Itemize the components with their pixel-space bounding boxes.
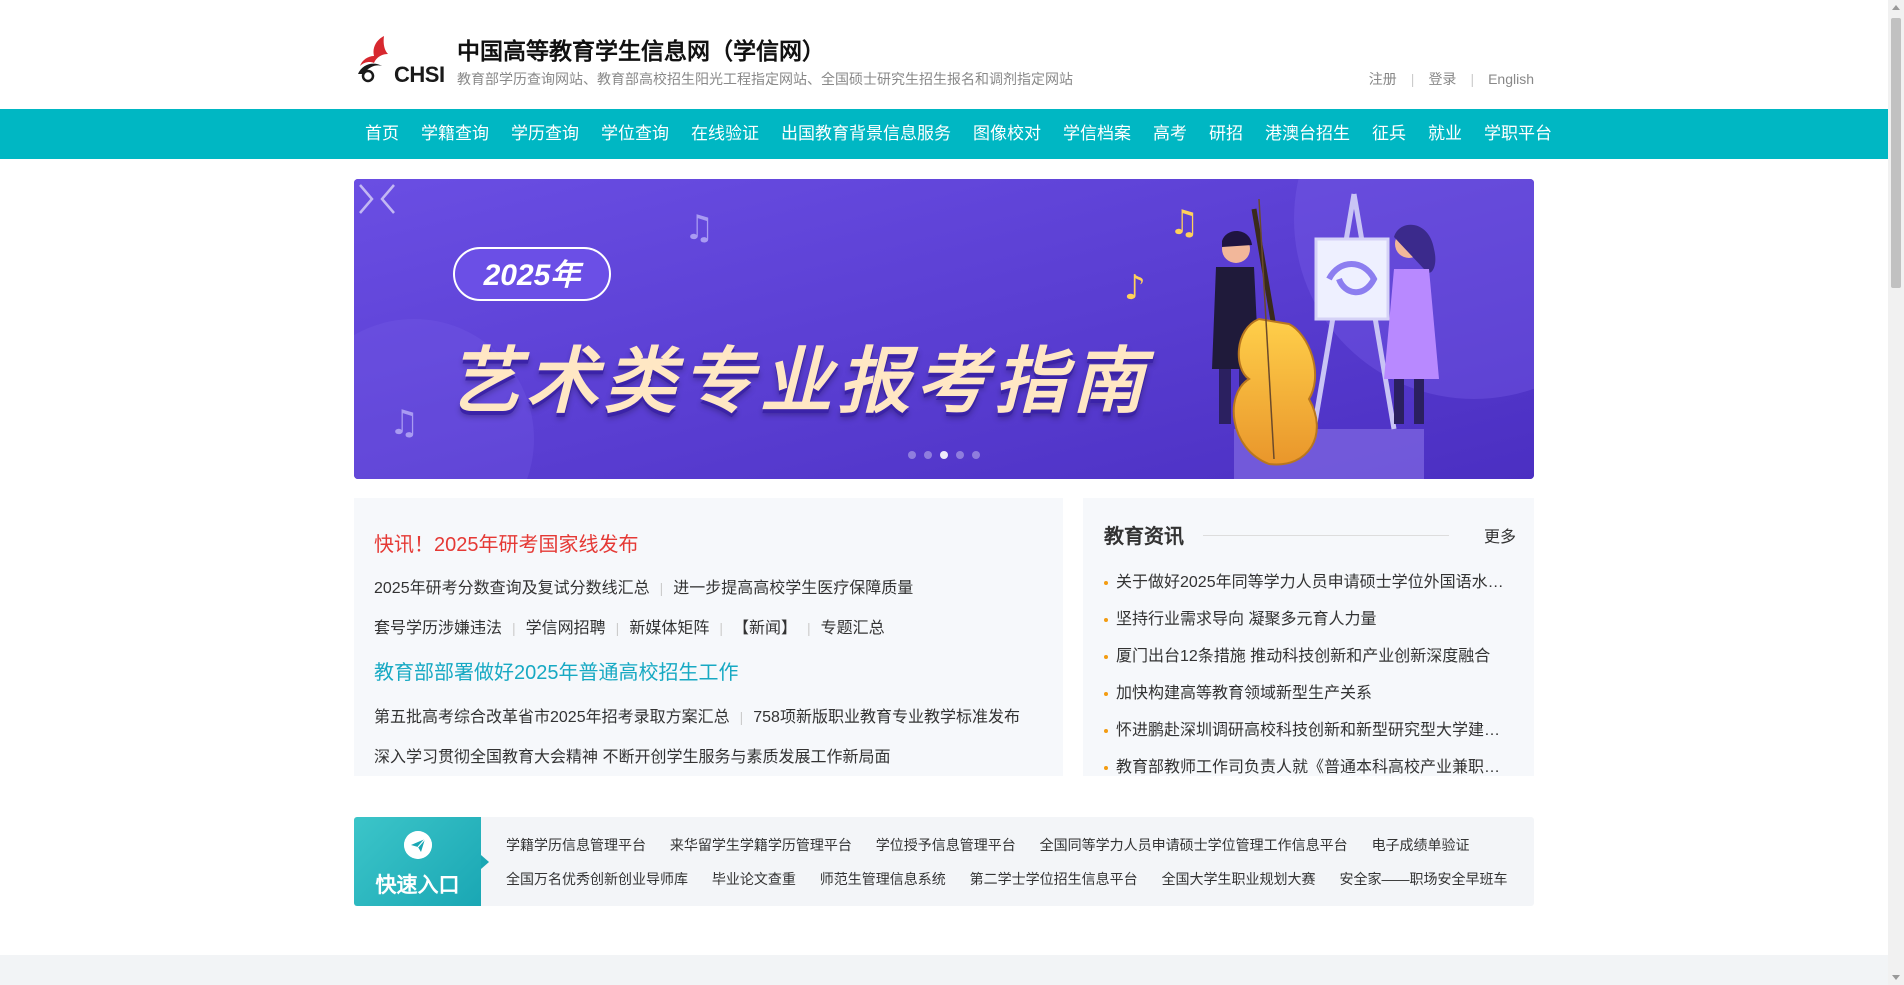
nav-item-gaokao[interactable]: 高考: [1142, 109, 1198, 159]
divider: |: [719, 620, 723, 636]
quick-link-row: 全国万名优秀创新创业导师库 毕业论文查重 师范生管理信息系统 第二学士学位招生信…: [506, 869, 1527, 889]
news-link[interactable]: 套号学历涉嫌违法: [374, 620, 502, 637]
headline-exam-line[interactable]: 快讯！2025年研考国家线发布: [374, 528, 639, 557]
list-item[interactable]: 厦门出台12条措施 推动科技创新和产业创新深度融合: [1104, 638, 1504, 675]
title-divider: [1203, 535, 1449, 536]
quick-entry-label: 快速入口: [375, 874, 460, 897]
quick-link[interactable]: 全国万名优秀创新创业导师库: [506, 871, 688, 887]
nav-item-employment[interactable]: 就业: [1417, 109, 1473, 159]
news-link[interactable]: 第五批高考综合改革省市2025年招考录取方案汇总: [374, 709, 730, 726]
news-link[interactable]: 758项新版职业教育专业教学标准发布: [753, 709, 1020, 726]
svg-text:♪: ♪: [1124, 268, 1146, 308]
svg-text:♫: ♫: [1169, 203, 1199, 243]
site-title: 中国高等教育学生信息网（学信网）: [457, 38, 825, 65]
quick-link-row: 学籍学历信息管理平台 来华留学生学籍学历管理平台 学位授予信息管理平台 全国同等…: [506, 835, 1490, 855]
svg-text:♫: ♫: [389, 403, 419, 443]
more-link[interactable]: 更多: [1484, 523, 1516, 547]
education-news-panel: 教育资讯 更多 关于做好2025年同等学力人员申请硕士学位外国语水平全国统一考试…: [1083, 498, 1534, 776]
carousel-dot[interactable]: [908, 451, 916, 459]
scroll-up-icon[interactable]: [1892, 5, 1900, 10]
scroll-down-icon[interactable]: [1892, 975, 1900, 980]
nav-item-online-verify[interactable]: 在线验证: [680, 109, 770, 159]
news-link[interactable]: 学信网招聘: [526, 620, 606, 637]
quick-link[interactable]: 全国大学生职业规划大赛: [1162, 871, 1316, 887]
quick-link[interactable]: 来华留学生学籍学历管理平台: [670, 837, 852, 853]
news-link[interactable]: 2025年研考分数查询及复试分数线汇总: [374, 580, 650, 597]
nav-item-hk-macau-taiwan[interactable]: 港澳台招生: [1254, 109, 1361, 159]
news-link-row: 第五批高考综合改革省市2025年招考录取方案汇总 | 758项新版职业教育专业教学标…: [374, 703, 1020, 727]
nav-item-home[interactable]: 首页: [354, 109, 410, 159]
quick-link[interactable]: 第二学士学位招生信息平台: [970, 871, 1138, 887]
news-link[interactable]: 【新闻】: [733, 620, 797, 637]
list-item[interactable]: 教育部教师工作司负责人就《普通本科高校产业兼职教师管理办法》答记者问: [1104, 749, 1504, 786]
nav-item-archive[interactable]: 学信档案: [1052, 109, 1142, 159]
banner-carousel[interactable]: ♫ ♫ ♪ ♫ 2025年 艺术类专业报考指南: [354, 179, 1534, 479]
news-link-row: 深入学习贯彻全国教育大会精神 不断开创学生服务与素质发展工作新局面: [374, 743, 890, 767]
carousel-dot[interactable]: [956, 451, 964, 459]
divider: |: [806, 620, 811, 636]
next-slide-icon[interactable]: [354, 179, 378, 219]
page-scrollbar[interactable]: [1888, 0, 1904, 985]
site-header: CHSI 中国高等教育学生信息网（学信网） 教育部学历查询网站、教育部高校招生阳…: [354, 0, 1534, 109]
quick-link[interactable]: 师范生管理信息系统: [820, 871, 946, 887]
register-link[interactable]: 注册: [1369, 71, 1397, 87]
news-link-row: 套号学历涉嫌违法 | 学信网招聘 | 新媒体矩阵 | 【新闻】 | 专题汇总: [374, 614, 885, 638]
quick-link[interactable]: 学位授予信息管理平台: [876, 837, 1016, 853]
quick-entry-panel: 快速入口 学籍学历信息管理平台 来华留学生学籍学历管理平台 学位授予信息管理平台…: [354, 817, 1534, 906]
carousel-dot-active[interactable]: [940, 451, 948, 459]
top-links: 注册 | 登录 | English: [1369, 69, 1534, 89]
list-item[interactable]: 加快构建高等教育领域新型生产关系: [1104, 675, 1504, 712]
nav-items: 首页 学籍查询 学历查询 学位查询 在线验证 出国教育背景信息服务 图像校对 学…: [354, 109, 1563, 159]
banner-heading: 艺术类专业报考指南: [448, 342, 1151, 422]
divider: |: [739, 709, 744, 725]
nav-item-degree-certificate[interactable]: 学历查询: [500, 109, 590, 159]
paper-plane-icon: [404, 831, 432, 859]
list-item[interactable]: 坚持行业需求导向 凝聚多元育人力量: [1104, 601, 1504, 638]
english-link[interactable]: English: [1488, 71, 1534, 87]
nav-item-career-platform[interactable]: 学职平台: [1473, 109, 1563, 159]
carousel-dots: [908, 451, 980, 459]
quick-link[interactable]: 学籍学历信息管理平台: [506, 837, 646, 853]
news-link[interactable]: 进一步提高高校学生医疗保障质量: [673, 580, 913, 597]
divider: |: [659, 580, 664, 596]
nav-item-graduate-admission[interactable]: 研招: [1198, 109, 1254, 159]
divider: |: [1470, 71, 1475, 87]
banner-year: 2025年: [453, 247, 611, 301]
section-title: 教育资讯: [1104, 526, 1184, 548]
list-item[interactable]: 怀进鹏赴深圳调研高校科技创新和新型研究型大学建设工作: [1104, 712, 1504, 749]
divider: |: [615, 620, 620, 636]
logo-text[interactable]: CHSI: [394, 62, 445, 88]
education-news-list: 关于做好2025年同等学力人员申请硕士学位外国语水平全国统一考试有关工作的通知 …: [1104, 564, 1504, 786]
quick-link[interactable]: 全国同等学力人员申请硕士学位管理工作信息平台: [1040, 837, 1348, 853]
footer-strip: [0, 955, 1888, 985]
news-link[interactable]: 新媒体矩阵: [629, 620, 709, 637]
headline-news-panel: 快讯！2025年研考国家线发布 2025年研考分数查询及复试分数线汇总 | 进一步提…: [354, 498, 1063, 776]
nav-item-image-check[interactable]: 图像校对: [962, 109, 1052, 159]
login-link[interactable]: 登录: [1428, 71, 1456, 87]
nav-item-conscription[interactable]: 征兵: [1361, 109, 1417, 159]
carousel-dot[interactable]: [972, 451, 980, 459]
quick-link[interactable]: 安全家——职场安全早班车: [1339, 871, 1507, 887]
news-link[interactable]: 专题汇总: [821, 620, 885, 637]
carousel-dot[interactable]: [924, 451, 932, 459]
list-item[interactable]: 关于做好2025年同等学力人员申请硕士学位外国语水平全国统一考试有关工作的通知: [1104, 564, 1504, 601]
scroll-thumb[interactable]: [1891, 18, 1901, 288]
news-link[interactable]: 深入学习贯彻全国教育大会精神 不断开创学生服务与素质发展工作新局面: [374, 749, 890, 766]
nav-item-overseas-service[interactable]: 出国教育背景信息服务: [770, 109, 962, 159]
svg-text:♫: ♫: [684, 208, 714, 248]
quick-entry-badge: 快速入口: [354, 817, 489, 906]
quick-link[interactable]: 毕业论文查重: [712, 871, 796, 887]
divider: |: [1410, 71, 1415, 87]
news-link-row: 2025年研考分数查询及复试分数线汇总 | 进一步提高高校学生医疗保障质量: [374, 574, 913, 598]
main-nav: 首页 学籍查询 学历查询 学位查询 在线验证 出国教育背景信息服务 图像校对 学…: [0, 109, 1888, 159]
divider: |: [512, 620, 516, 636]
site-subtitle: 教育部学历查询网站、教育部高校招生阳光工程指定网站、全国硕士研究生招生报名和调剂…: [457, 71, 1073, 87]
headline-admission-work[interactable]: 教育部部署做好2025年普通高校招生工作: [374, 656, 739, 685]
prev-slide-icon[interactable]: [376, 179, 400, 219]
nav-item-academic-degree[interactable]: 学位查询: [590, 109, 680, 159]
quick-link[interactable]: 电子成绩单验证: [1372, 837, 1470, 853]
nav-item-student-status[interactable]: 学籍查询: [410, 109, 500, 159]
